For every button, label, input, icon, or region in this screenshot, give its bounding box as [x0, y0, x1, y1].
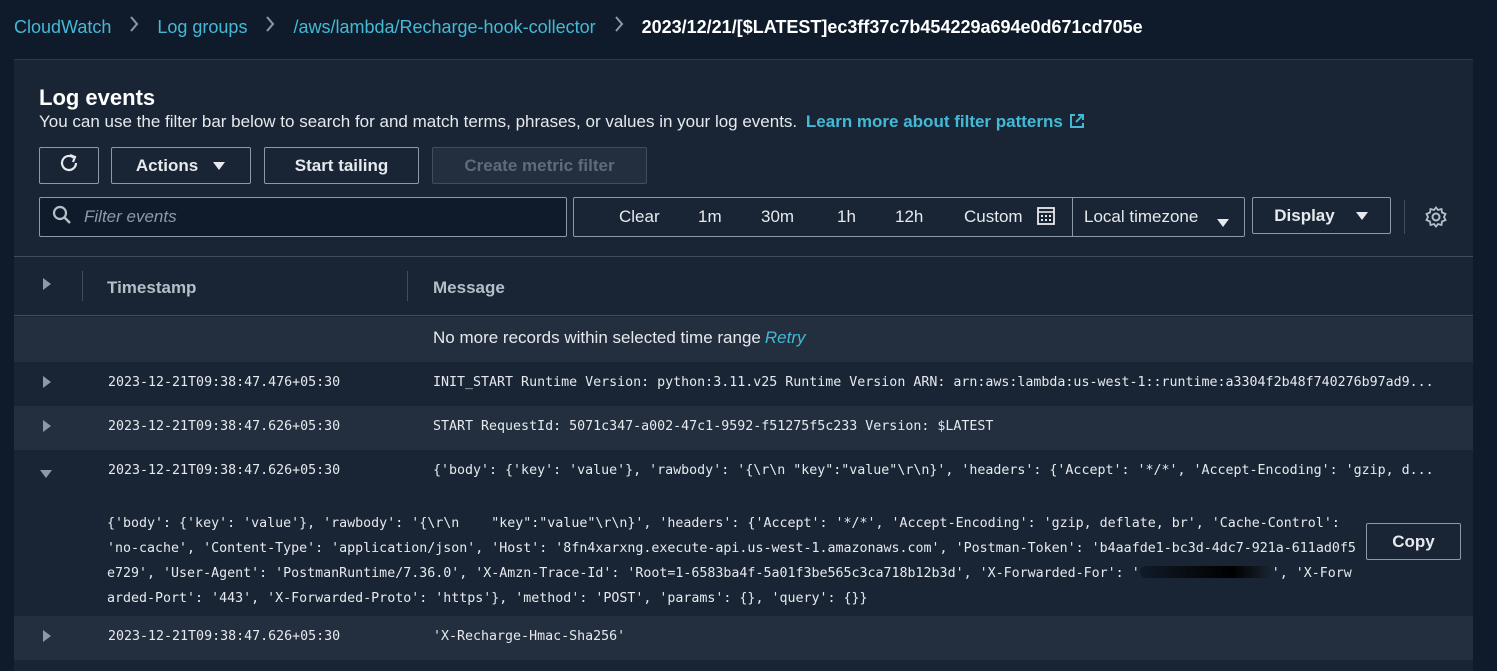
row-message: 'X-Recharge-Hmac-Sha256' [433, 629, 626, 644]
learn-more-label: Learn more about filter patterns [805, 112, 1063, 131]
refresh-button[interactable] [39, 147, 99, 184]
breadcrumb: CloudWatch Log groups /aws/lambda/Rechar… [14, 14, 1143, 40]
range-1h[interactable]: 1h [837, 207, 856, 227]
external-link-icon [1069, 113, 1085, 134]
caret-right-icon[interactable] [42, 419, 52, 438]
chevron-right-icon [265, 15, 275, 39]
table-header: Timestamp Message [14, 256, 1473, 316]
no-more-records-message: No more records within selected time ran… [433, 328, 806, 348]
timezone-select[interactable]: Local timezone [1084, 207, 1198, 227]
caret-right-icon[interactable] [42, 375, 52, 394]
gear-icon[interactable] [1425, 206, 1447, 233]
range-clear[interactable]: Clear [619, 207, 660, 227]
chevron-right-icon [614, 15, 624, 39]
time-range-selector: Clear 1m 30m 1h 12h Custom Local timezon… [573, 197, 1245, 237]
no-more-records-row: No more records within selected time ran… [14, 317, 1473, 362]
row-message: {'body': {'key': 'value'}, 'rawbody': '{… [433, 463, 1434, 478]
refresh-icon [58, 152, 80, 179]
row-timestamp: 2023-12-21T09:38:47.626+05:30 [108, 463, 341, 478]
log-events-panel: Log events You can use the filter bar be… [14, 59, 1473, 671]
range-custom-label: Custom [964, 207, 1023, 226]
description-text: You can use the filter bar below to sear… [39, 112, 798, 131]
breadcrumb-cloudwatch[interactable]: CloudWatch [14, 17, 111, 38]
create-metric-filter-button[interactable]: Create metric filter [432, 147, 647, 184]
chevron-right-icon [129, 15, 139, 39]
breadcrumb-current: 2023/12/21/[$LATEST]ec3ff37c7b454229a694… [641, 16, 1143, 37]
table-row[interactable]: 2023-12-21T09:38:47.626+05:30 'X-Recharg… [14, 616, 1473, 660]
column-divider [407, 271, 408, 301]
no-more-text: No more records within selected time ran… [433, 328, 761, 347]
search-icon [52, 205, 72, 230]
actions-label: Actions [135, 155, 199, 175]
column-timestamp[interactable]: Timestamp [107, 278, 196, 298]
retry-link[interactable]: Retry [765, 328, 806, 347]
breadcrumb-log-groups[interactable]: Log groups [157, 17, 247, 38]
page-title: Log events [39, 85, 156, 110]
expanded-message-body: {'body': {'key': 'value'}, 'rawbody': '{… [107, 511, 1357, 611]
range-divider [1072, 198, 1073, 236]
breadcrumb-log-group[interactable]: /aws/lambda/Recharge-hook-collector [293, 17, 595, 38]
caret-right-icon[interactable] [42, 277, 52, 296]
caret-right-icon[interactable] [42, 629, 52, 648]
row-message: INIT_START Runtime Version: python:3.11.… [433, 375, 1434, 390]
row-timestamp: 2023-12-21T09:38:47.476+05:30 [108, 375, 341, 390]
row-timestamp: 2023-12-21T09:38:47.626+05:30 [108, 629, 341, 644]
display-label: Display [1274, 205, 1335, 225]
calendar-icon [1037, 207, 1056, 230]
caret-down-icon[interactable] [39, 466, 53, 484]
table-row[interactable]: 2023-12-21T09:38:47.476+05:30 INIT_START… [14, 362, 1473, 406]
actions-button[interactable]: Actions [111, 147, 251, 184]
copy-button[interactable]: Copy [1366, 523, 1461, 560]
learn-more-link[interactable]: Learn more about filter patterns [806, 112, 1085, 131]
expanded-message: {'body': {'key': 'value'}, 'rawbody': '{… [14, 494, 1473, 616]
display-button[interactable]: Display [1252, 197, 1391, 234]
caret-down-icon [1216, 213, 1230, 233]
range-30m[interactable]: 30m [761, 207, 794, 227]
filter-events-input[interactable] [84, 207, 544, 227]
start-tailing-button[interactable]: Start tailing [264, 147, 419, 184]
filter-box [39, 197, 567, 237]
table-row[interactable]: 2023-12-21T09:38:47.626+05:30 START Requ… [14, 406, 1473, 450]
range-custom[interactable]: Custom [964, 207, 1056, 230]
toolbar-divider [1404, 200, 1405, 234]
caret-down-icon [212, 156, 226, 176]
row-message: START RequestId: 5071c347-a002-47c1-9592… [433, 419, 994, 434]
table-row-expanded[interactable]: 2023-12-21T09:38:47.626+05:30 {'body': {… [14, 450, 1473, 494]
range-1m[interactable]: 1m [698, 207, 722, 227]
panel-description: You can use the filter bar below to sear… [39, 112, 1085, 134]
range-12h[interactable]: 12h [895, 207, 923, 227]
column-divider [82, 271, 83, 301]
row-timestamp: 2023-12-21T09:38:47.626+05:30 [108, 419, 341, 434]
column-message[interactable]: Message [433, 278, 505, 298]
redacted-value [1139, 566, 1272, 578]
caret-down-icon [1355, 206, 1369, 226]
